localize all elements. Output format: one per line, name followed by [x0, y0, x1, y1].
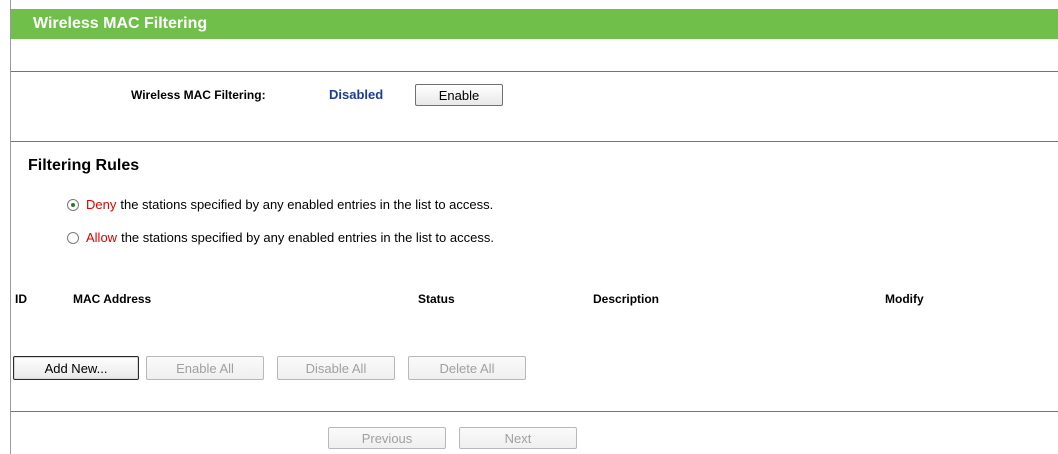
delete-all-button[interactable]: Delete All [408, 356, 526, 380]
page: Wireless MAC Filtering Wireless MAC Filt… [0, 0, 1058, 454]
deny-rule-text: the stations specified by any enabled en… [120, 197, 494, 212]
allow-rule-option[interactable]: Allow the stations specified by any enab… [67, 230, 494, 245]
divider [11, 411, 1058, 412]
column-header-id: ID [15, 292, 27, 306]
left-border [10, 0, 11, 454]
deny-radio[interactable] [67, 198, 79, 211]
enable-button[interactable]: Enable [415, 84, 503, 106]
page-title: Wireless MAC Filtering [11, 9, 1058, 39]
deny-rule-option[interactable]: Deny the stations specified by any enabl… [67, 197, 493, 212]
column-header-description: Description [593, 292, 660, 306]
column-header-status: Status [418, 292, 455, 306]
column-header-modify: Modify [885, 292, 924, 306]
divider [11, 141, 1058, 142]
mac-filtering-status: Disabled [329, 87, 384, 102]
filtering-rules-heading: Filtering Rules [28, 157, 140, 174]
allow-radio[interactable] [67, 231, 79, 244]
previous-button[interactable]: Previous [328, 427, 446, 449]
allow-keyword: Allow [86, 230, 118, 245]
add-new-button[interactable]: Add New... [13, 356, 139, 380]
allow-rule-text: the stations specified by any enabled en… [121, 230, 494, 245]
divider [11, 71, 1058, 72]
deny-keyword: Deny [86, 197, 117, 212]
mac-filtering-label: Wireless MAC Filtering: [131, 88, 266, 102]
column-header-mac-address: MAC Address [73, 292, 152, 306]
enable-all-button[interactable]: Enable All [146, 356, 264, 380]
next-button[interactable]: Next [459, 427, 577, 449]
disable-all-button[interactable]: Disable All [277, 356, 395, 380]
